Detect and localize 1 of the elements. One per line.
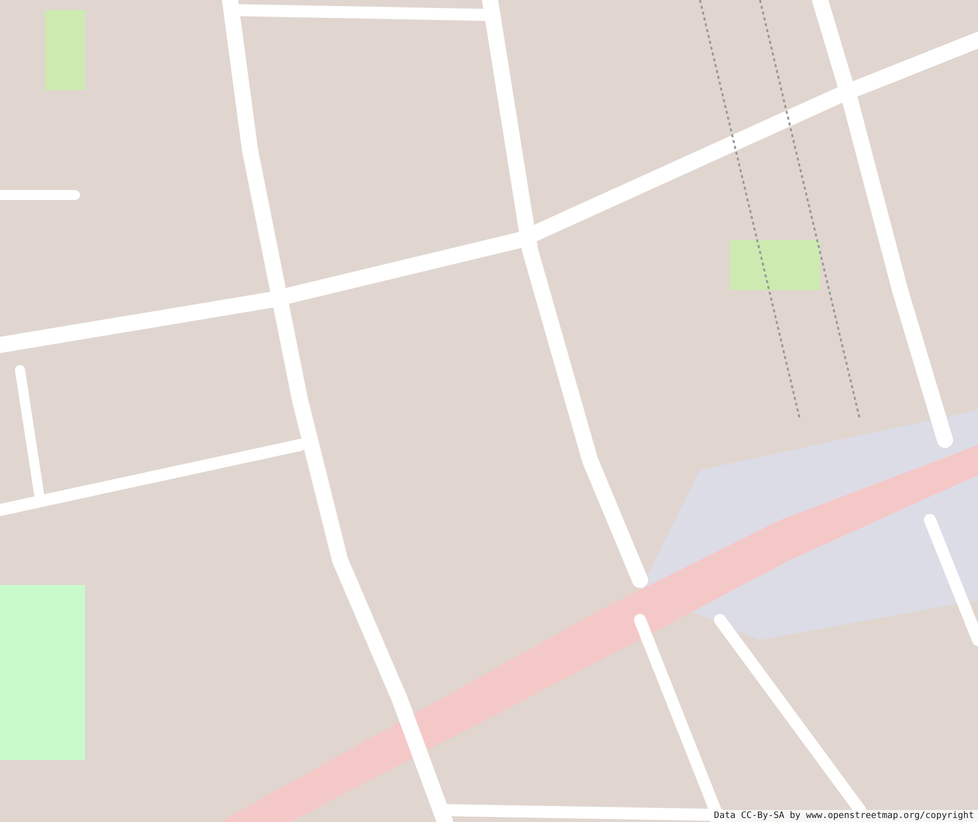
map-attribution: Data CC-By-SA by www.openstreetmap.org/copyright xyxy=(710,810,978,822)
